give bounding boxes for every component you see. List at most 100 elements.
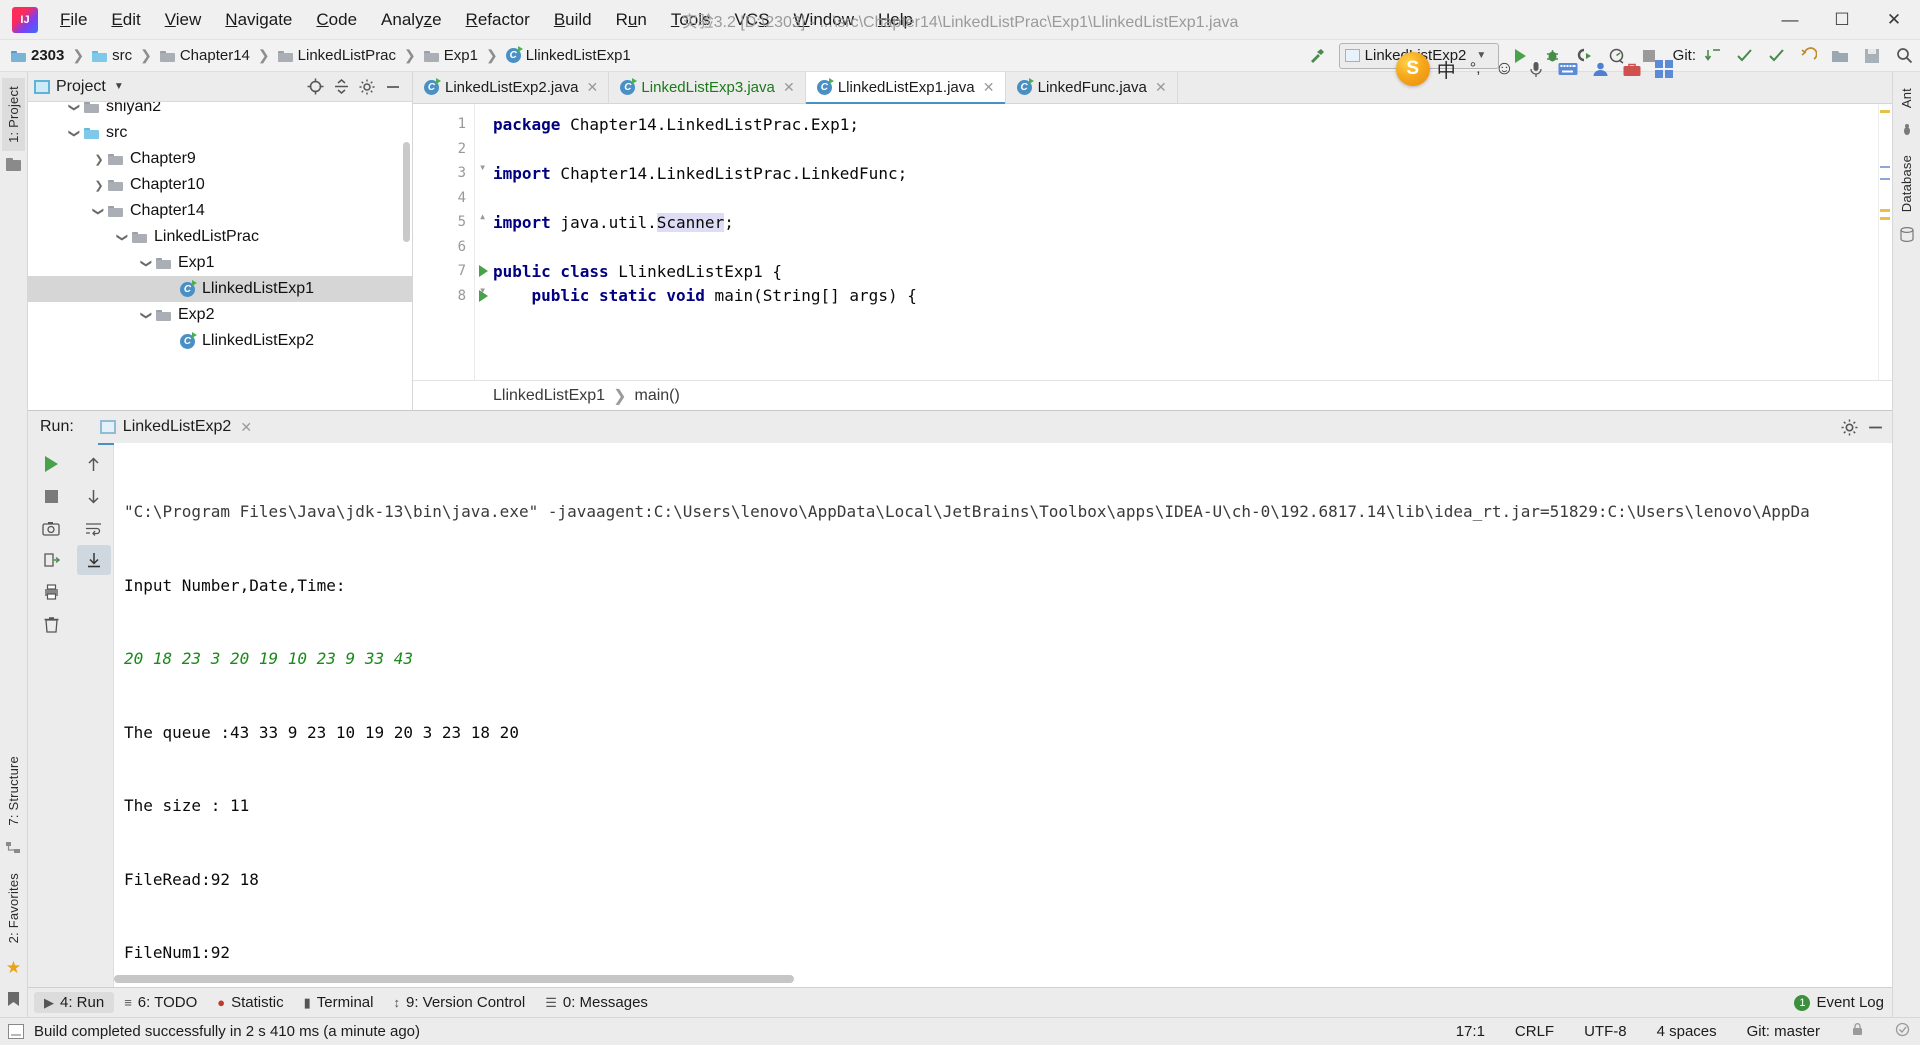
hide-icon[interactable]	[380, 75, 406, 99]
tool-window-todo[interactable]: ≡ 6: TODO	[114, 992, 207, 1013]
chevron-icon[interactable]	[138, 309, 156, 322]
chevron-icon[interactable]	[66, 127, 84, 140]
sidebar-item-structure[interactable]: 7: Structure	[2, 748, 25, 834]
tool-window-statistic[interactable]: ● Statistic	[207, 992, 293, 1013]
menu-file[interactable]: File	[48, 7, 99, 32]
bookmark-icon[interactable]	[7, 992, 20, 1010]
menu-navigate[interactable]: Navigate	[213, 7, 304, 32]
close-button[interactable]: ✕	[1868, 0, 1920, 39]
menu-edit[interactable]: Edit	[99, 7, 152, 32]
menu-window[interactable]: Window	[782, 7, 866, 32]
maximize-button[interactable]: ☐	[1816, 0, 1868, 39]
breadcrumb-method[interactable]: main()	[634, 387, 679, 405]
commit-icon[interactable]	[1728, 42, 1760, 70]
change-marker[interactable]	[1880, 166, 1890, 168]
menu-code[interactable]: Code	[304, 7, 369, 32]
close-icon[interactable]: ✕	[240, 419, 252, 436]
tree-node-chapter9[interactable]: Chapter9	[28, 146, 412, 172]
menu-help[interactable]: Help	[866, 7, 925, 32]
menu-tools[interactable]: Tools	[659, 7, 723, 32]
indent-setting[interactable]: 4 spaces	[1653, 1022, 1721, 1041]
sogou-ime-icon[interactable]	[1395, 52, 1430, 86]
tree-node-llinkedlistexp1[interactable]: C LlinkedListExp1	[28, 276, 412, 302]
breadcrumb-item-linkedlistprac[interactable]: LinkedListPrac	[275, 46, 399, 65]
editor-tab-linkedlistexp3[interactable]: C LinkedListExp3.java ✕	[609, 72, 806, 103]
sidebar-item-ant[interactable]: Ant	[1895, 80, 1918, 116]
sidebar-item-favorites[interactable]: 2: Favorites	[2, 865, 25, 951]
change-marker[interactable]	[1880, 178, 1890, 180]
chevron-icon[interactable]	[90, 179, 108, 192]
sidebar-item-project[interactable]: 1: Project	[2, 78, 25, 151]
breadcrumb-class[interactable]: LlinkedListExp1	[493, 387, 605, 405]
editor-tab-linkedfunc[interactable]: C LinkedFunc.java ✕	[1005, 72, 1178, 103]
stop-icon[interactable]	[34, 481, 68, 511]
console-output[interactable]: "C:\Program Files\Java\jdk-13\bin\java.e…	[114, 443, 1892, 987]
tree-node-shiyan2[interactable]: shiyan2	[28, 102, 412, 120]
export-icon[interactable]	[34, 545, 68, 575]
project-tree-scrollbar[interactable]	[403, 142, 410, 242]
down-stack-icon[interactable]	[77, 481, 111, 511]
chevron-down-icon[interactable]: ▼	[106, 75, 132, 99]
favorites-star-icon[interactable]: ★	[6, 958, 21, 978]
tree-node-src[interactable]: src	[28, 120, 412, 146]
user-icon[interactable]	[1592, 61, 1609, 77]
warning-marker[interactable]	[1880, 217, 1890, 220]
console-horizontal-scrollbar[interactable]	[114, 975, 794, 983]
line-separator[interactable]: CRLF	[1511, 1022, 1558, 1041]
code-editor[interactable]: 1 2 3 4 5 6 7 8 package Chapter14.Linked…	[413, 104, 1892, 380]
hide-icon[interactable]	[1862, 415, 1888, 439]
breadcrumb-item-exp1[interactable]: Exp1	[421, 46, 481, 65]
caret-position[interactable]: 17:1	[1452, 1022, 1489, 1041]
close-icon[interactable]: ✕	[782, 79, 796, 96]
gear-icon[interactable]	[354, 75, 380, 99]
project-tree[interactable]: shiyan2 src Chapter9	[28, 102, 412, 410]
tree-node-exp2[interactable]: Exp2	[28, 302, 412, 328]
ime-punctuation-toggle[interactable]: °,	[1470, 60, 1481, 78]
collapse-all-icon[interactable]	[328, 75, 354, 99]
rollback-icon[interactable]	[1792, 42, 1824, 70]
menu-vcs[interactable]: VCS	[723, 7, 782, 32]
tree-node-exp1[interactable]: Exp1	[28, 250, 412, 276]
menu-analyze[interactable]: Analyze	[369, 7, 454, 32]
structure-icon[interactable]	[6, 841, 21, 858]
chevron-icon[interactable]	[66, 102, 84, 114]
gear-icon[interactable]	[1836, 415, 1862, 439]
update-project-icon[interactable]	[1696, 42, 1728, 70]
sidebar-item-database[interactable]: Database	[1895, 147, 1918, 220]
tool-window-terminal[interactable]: ▮ Terminal	[294, 992, 384, 1013]
close-icon[interactable]: ✕	[1154, 79, 1168, 96]
run-tab-linkedlistexp2[interactable]: LinkedListExp2 ✕	[94, 415, 258, 445]
event-log-button[interactable]: 1 Event Log	[1794, 994, 1884, 1011]
database-icon[interactable]	[1899, 227, 1914, 245]
print-icon[interactable]	[34, 577, 68, 607]
keyboard-icon[interactable]	[1558, 62, 1578, 76]
warning-marker[interactable]	[1880, 209, 1890, 212]
chevron-icon[interactable]	[90, 153, 108, 166]
minimize-button[interactable]: —	[1764, 0, 1816, 39]
project-icon[interactable]	[5, 157, 22, 175]
push-icon[interactable]	[1760, 42, 1792, 70]
fold-marker-icon[interactable]: ▾	[479, 283, 486, 297]
tree-node-chapter10[interactable]: Chapter10	[28, 172, 412, 198]
breadcrumb-item-class[interactable]: C LlinkedListExp1	[503, 46, 634, 65]
soft-wrap-icon[interactable]	[77, 513, 111, 543]
tree-node-llinkedlistexp2[interactable]: C LlinkedListExp2	[28, 328, 412, 354]
ant-icon[interactable]	[1900, 123, 1914, 140]
up-stack-icon[interactable]	[77, 449, 111, 479]
fold-marker-icon[interactable]: ▴	[479, 209, 486, 223]
breadcrumb-item-chapter14[interactable]: Chapter14	[157, 46, 253, 65]
ime-mode-label[interactable]: 中	[1437, 56, 1456, 83]
file-encoding[interactable]: UTF-8	[1580, 1022, 1631, 1041]
chevron-icon[interactable]	[138, 257, 156, 270]
chevron-icon[interactable]	[114, 231, 132, 244]
tree-node-linkedlistprac[interactable]: LinkedListPrac	[28, 224, 412, 250]
editor-tab-llinkedlistexp1[interactable]: C LlinkedListExp1.java ✕	[805, 72, 1006, 104]
scroll-from-source-icon[interactable]	[302, 75, 328, 99]
microphone-icon[interactable]	[1528, 61, 1544, 78]
inspection-icon[interactable]	[1891, 1021, 1914, 1042]
scroll-to-end-icon[interactable]	[76, 545, 111, 575]
read-only-icon[interactable]	[1846, 1021, 1869, 1042]
menu-view[interactable]: View	[153, 7, 214, 32]
close-icon[interactable]: ✕	[982, 79, 996, 96]
open-file-icon[interactable]	[1824, 42, 1856, 70]
